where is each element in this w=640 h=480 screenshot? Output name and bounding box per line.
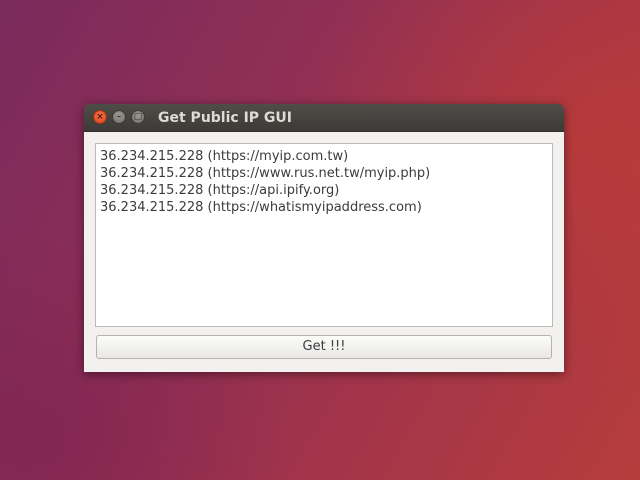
output-line: 36.234.215.228 (https://api.ipify.org): [100, 183, 340, 198]
desktop-background: × – □ Get Public IP GUI 36.234.215.228 (…: [0, 0, 640, 480]
close-icon[interactable]: ×: [93, 110, 107, 124]
output-text-area[interactable]: 36.234.215.228 (https://myip.com.tw) 36.…: [95, 143, 553, 327]
window-content: 36.234.215.228 (https://myip.com.tw) 36.…: [84, 132, 564, 372]
output-line: 36.234.215.228 (https://www.rus.net.tw/m…: [100, 166, 431, 181]
minimize-icon[interactable]: –: [112, 110, 126, 124]
output-line: 36.234.215.228 (https://myip.com.tw): [100, 149, 349, 164]
get-button[interactable]: Get !!!: [96, 335, 552, 359]
maximize-icon[interactable]: □: [131, 110, 145, 124]
app-window: × – □ Get Public IP GUI 36.234.215.228 (…: [84, 104, 564, 372]
output-line: 36.234.215.228 (https://whatismyipaddres…: [100, 200, 422, 215]
title-bar[interactable]: × – □ Get Public IP GUI: [84, 104, 564, 132]
window-title: Get Public IP GUI: [158, 110, 292, 126]
